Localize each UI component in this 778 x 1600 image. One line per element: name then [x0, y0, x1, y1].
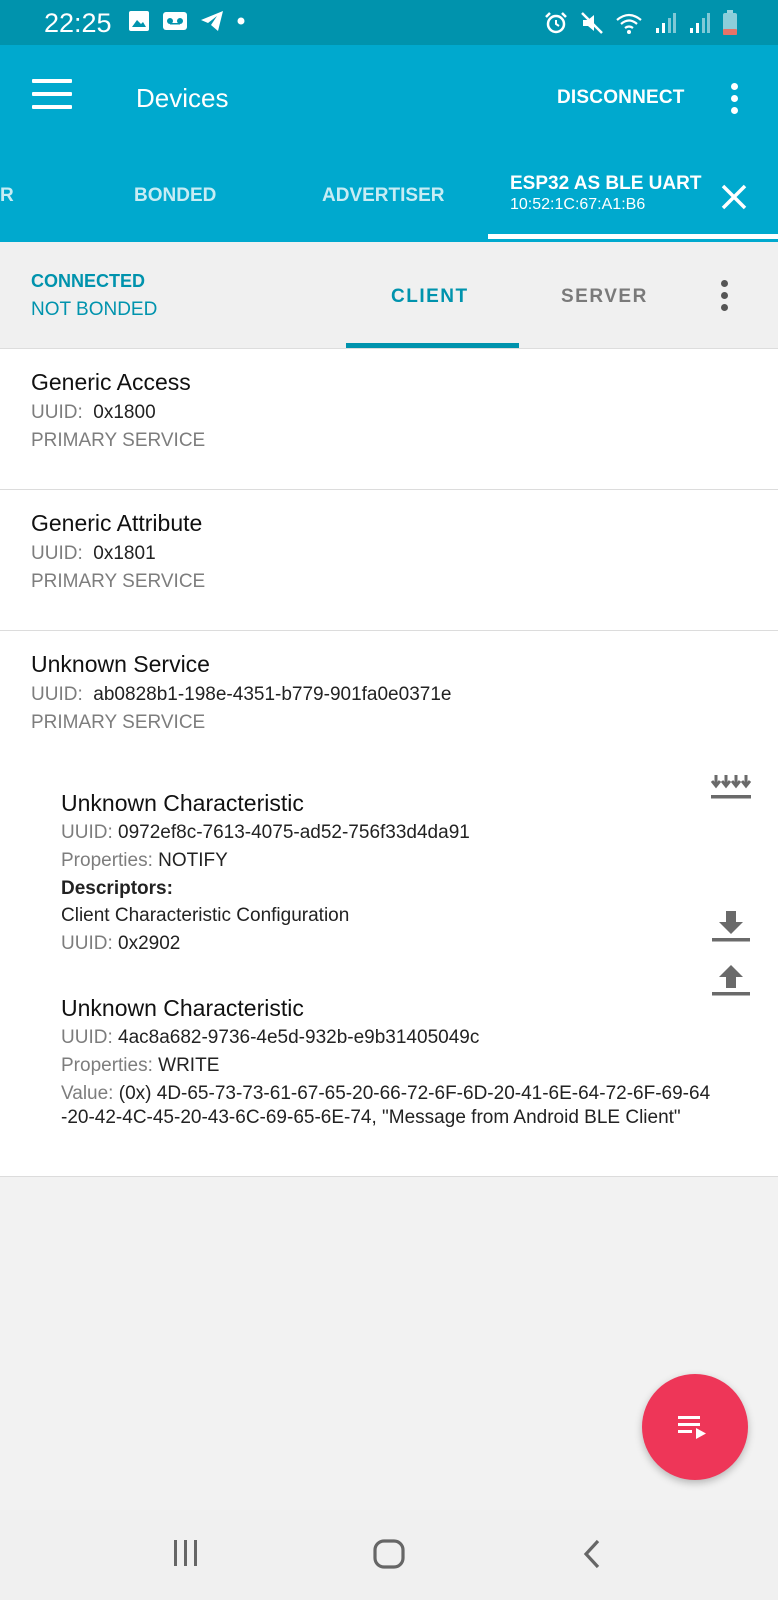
uuid-label: UUID: [61, 1027, 113, 1048]
hamburger-menu-icon[interactable] [32, 79, 72, 109]
client-tab-indicator [346, 343, 519, 348]
notify-subscribe-icon[interactable] [710, 771, 752, 807]
uuid-value: 4ac8a682-9736-4e5d-932b-e9b31405049c [118, 1027, 480, 1048]
service-item[interactable]: Unknown Service UUID: ab0828b1-198e-4351… [0, 631, 778, 1177]
service-type: PRIMARY SERVICE [31, 712, 206, 733]
status-left-icons [128, 10, 246, 32]
service-uuid: UUID: ab0828b1-198e-4351-b779-901fa0e037… [31, 684, 451, 706]
service-type: PRIMARY SERVICE [31, 430, 206, 451]
characteristic-properties: Properties: WRITE [61, 1055, 219, 1077]
tab-advertiser[interactable]: ADVERTISER [322, 185, 444, 207]
tab-server[interactable]: SERVER [561, 286, 648, 308]
properties-label: Properties: [61, 850, 153, 871]
home-icon[interactable] [372, 1538, 406, 1570]
device-tab-indicator [488, 234, 778, 239]
value-label: Value: [61, 1083, 114, 1104]
close-icon[interactable] [720, 183, 748, 211]
uuid-label: UUID: [31, 684, 83, 705]
characteristic-uuid: UUID: 4ac8a682-9736-4e5d-932b-e9b3140504… [61, 1027, 479, 1049]
uuid-value: ab0828b1-198e-4351-b779-901fa0e0371e [93, 684, 452, 705]
service-type: PRIMARY SERVICE [31, 571, 206, 592]
recents-icon[interactable] [170, 1538, 202, 1568]
download-read-icon[interactable] [710, 909, 752, 945]
service-uuid: UUID: 0x1800 [31, 402, 156, 424]
uuid-value: 0x1801 [93, 543, 156, 564]
upload-write-icon[interactable] [710, 963, 752, 999]
tab-device-esp32[interactable]: ESP32 AS BLE UART 10:52:1C:67:A1:B6 [488, 173, 778, 241]
uuid-label: UUID: [31, 543, 83, 564]
connection-state: CONNECTED [31, 271, 146, 291]
disconnect-button[interactable]: DISCONNECT [557, 87, 685, 109]
characteristic-value: Value: (0x) 4D-65-73-73-61-67-65-20-66-7… [61, 1082, 711, 1130]
tab-client[interactable]: CLIENT [391, 286, 469, 308]
system-nav-bar [0, 1510, 778, 1600]
log-playlist-icon [678, 1416, 706, 1439]
properties-label: Properties: [61, 1055, 153, 1076]
characteristic-uuid: UUID: 0972ef8c-7613-4075-ad52-756f33d4da… [61, 822, 470, 844]
service-list: Generic Access UUID: 0x1800 PRIMARY SERV… [0, 349, 778, 1177]
log-fab-button[interactable] [642, 1374, 748, 1480]
alarm-icon [545, 12, 567, 34]
device-tab-title: ESP32 AS BLE UART [510, 173, 702, 194]
value-text: (0x) 4D-65-73-73-61-67-65-20-66-72-6F-6D… [61, 1083, 711, 1128]
descriptor-uuid: UUID: 0x2902 [61, 933, 180, 955]
descriptor-name: Client Characteristic Configuration [61, 905, 350, 926]
service-name: Generic Access [31, 369, 191, 395]
mute-icon [581, 12, 603, 34]
uuid-label: UUID: [31, 402, 83, 423]
uuid-value: 0x2902 [118, 933, 181, 954]
app-bar: Devices DISCONNECT R BONDED ADVERTISER E… [0, 45, 778, 242]
properties-value: NOTIFY [158, 850, 228, 871]
page-title: Devices [136, 83, 229, 113]
service-name: Generic Attribute [31, 510, 203, 536]
tab-bonded[interactable]: BONDED [134, 185, 216, 207]
gallery-icon [129, 11, 149, 31]
connection-more-options-icon[interactable] [721, 280, 729, 316]
telegram-icon [201, 11, 223, 31]
uuid-value: 0x1800 [93, 402, 156, 423]
uuid-label: UUID: [61, 933, 113, 954]
service-item[interactable]: Generic Attribute UUID: 0x1801 PRIMARY S… [0, 490, 778, 631]
service-name: Unknown Service [31, 651, 210, 677]
characteristic-name: Unknown Characteristic [61, 790, 304, 816]
properties-value: WRITE [158, 1055, 220, 1076]
signal-icon [690, 13, 710, 33]
characteristic-name: Unknown Characteristic [61, 995, 304, 1021]
tab-scanner-partial[interactable]: R [0, 185, 14, 207]
notification-dot-icon [237, 17, 245, 25]
battery-icon [723, 10, 737, 35]
uuid-label: UUID: [61, 822, 113, 843]
descriptors-heading: Descriptors: [61, 878, 173, 899]
status-right-icons [544, 10, 738, 36]
characteristic-properties: Properties: NOTIFY [61, 850, 228, 872]
device-tab-address: 10:52:1C:67:A1:B6 [510, 196, 646, 213]
more-options-icon[interactable] [731, 83, 739, 119]
bond-state: NOT BONDED [31, 299, 158, 320]
connection-bar: CONNECTED NOT BONDED CLIENT SERVER [0, 242, 778, 349]
uuid-value: 0972ef8c-7613-4075-ad52-756f33d4da91 [118, 822, 470, 843]
service-item[interactable]: Generic Access UUID: 0x1800 PRIMARY SERV… [0, 349, 778, 490]
service-uuid: UUID: 0x1801 [31, 543, 156, 565]
wifi-icon [616, 13, 642, 34]
status-bar: 22:25 [0, 0, 778, 45]
voicemail-icon [163, 12, 187, 30]
back-icon[interactable] [580, 1538, 604, 1570]
status-time: 22:25 [44, 8, 112, 38]
signal-icon [656, 13, 676, 33]
